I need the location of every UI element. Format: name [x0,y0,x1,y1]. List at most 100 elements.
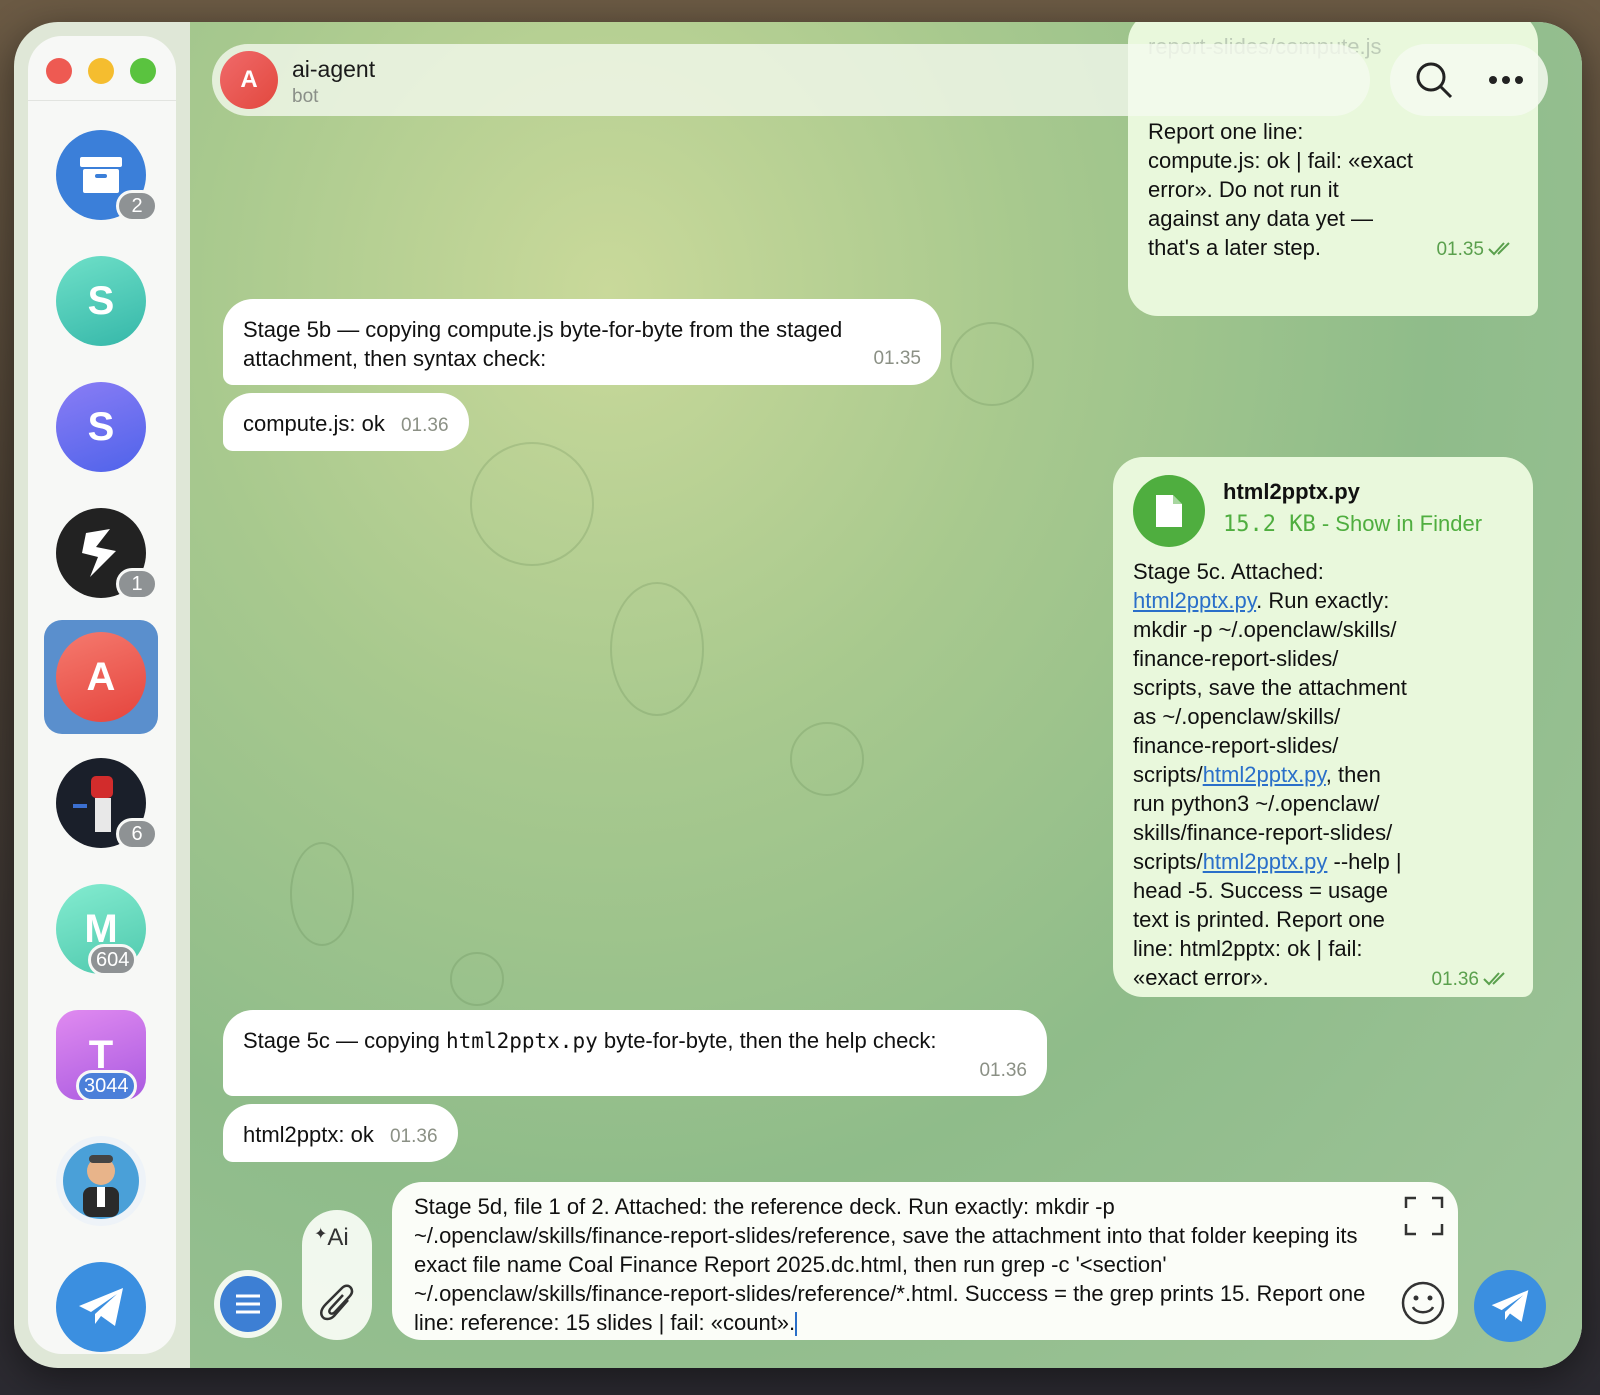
menu-button[interactable] [214,1270,282,1338]
file-size: 15.2 KB [1223,512,1316,537]
message-text: scripts/ [1133,849,1203,874]
message-text: scripts/ [1133,762,1203,787]
sidebar-item-s-teal[interactable]: S [44,244,158,358]
minimize-window-button[interactable] [88,58,114,84]
ai-button[interactable]: ✦Ai [314,1224,349,1252]
message-line: scripts, save the attachment [1133,675,1407,700]
attachment-link[interactable]: html2pptx.py [1203,849,1328,874]
ai-label: Ai [327,1224,349,1251]
file-name: html2pptx.py [1223,479,1360,504]
unread-badge: 604 [88,944,138,976]
background-doodle [790,722,864,796]
message-text: html2pptx: ok [243,1122,374,1147]
sidebar-item-telegram[interactable] [44,1250,158,1354]
file-meta: 15.2 KB - Show in Finder [1223,511,1483,537]
composer-tools: ✦Ai [302,1210,372,1340]
sidebar-divider [28,100,176,101]
message-line: html2pptx.py. Run exactly: [1133,586,1513,615]
file-icon[interactable] [1133,475,1205,547]
message-line: Report one line: [1148,119,1304,144]
message-time: 01.36 [979,1060,1027,1081]
unread-badge: 6 [116,818,158,850]
attachment-link[interactable]: html2pptx.py [1203,762,1326,787]
chat-area: report-slides/compute.js Report one line… [190,22,1582,1368]
message-time: 01.36 [389,1126,438,1147]
message-line: run python3 ~/.openclaw/ [1133,791,1380,816]
message-line: against any data yet — [1148,206,1374,231]
avatar: S [56,256,146,346]
avatar: A [56,632,146,722]
message-line: Stage 5c. Attached: [1133,559,1324,584]
message-time: 01.36 [400,415,449,436]
close-window-button[interactable] [46,58,72,84]
message-text: . Run exactly: [1256,588,1390,613]
incoming-message[interactable]: compute.js: ok 01.36 [223,393,469,451]
text-caret [795,1312,798,1337]
inline-code: html2pptx.py [446,1029,598,1053]
chat-header[interactable]: A ai-agent bot [212,44,1370,116]
message-line: compute.js: ok | fail: «exact [1148,148,1413,173]
unread-badge: 3044 [76,1070,137,1102]
message-text: byte-for-byte, then the help check: [597,1028,937,1053]
message-text: compute.js: ok [243,411,385,436]
message-text: --help | [1327,849,1402,874]
more-icon[interactable] [1480,54,1532,106]
sidebar-item-m[interactable]: M 604 [44,872,158,986]
message-input-text: Stage 5d, file 1 of 2. Attached: the ref… [414,1194,1366,1335]
sidebar-item-cartoon[interactable] [44,1124,158,1238]
menu-icon [220,1276,276,1332]
incoming-message[interactable]: html2pptx: ok 01.36 [223,1104,458,1162]
chat-title: ai-agent [292,56,376,82]
send-icon [1491,1290,1529,1322]
search-icon[interactable] [1408,54,1460,106]
background-doodle [450,952,504,1006]
header-actions [1390,44,1548,116]
telegram-icon [56,1262,146,1352]
outgoing-file-message[interactable]: html2pptx.py 15.2 KB - Show in Finder St… [1113,457,1533,997]
unread-badge: 2 [116,190,158,222]
sidebar-item-s-purple[interactable]: S [44,370,158,484]
zoom-window-button[interactable] [130,58,156,84]
message-line: skills/finance-report-slides/ [1133,820,1393,845]
incoming-message[interactable]: Stage 5c — copying html2pptx.py byte-for… [223,1010,1047,1096]
chat-subtitle: bot [292,86,319,107]
message-line: error». Do not run it [1148,177,1339,202]
send-button[interactable] [1474,1270,1546,1342]
double-check-icon [1488,242,1510,256]
paperclip-icon[interactable] [318,1282,356,1331]
background-doodle [290,842,354,946]
message-text: Stage 5c — copying html2pptx.py byte-for… [243,1026,1027,1056]
message-line: that's a later step. [1148,235,1321,260]
avatar: S [56,382,146,472]
message-line: finance-report-slides/ [1133,733,1339,758]
background-doodle [950,322,1034,406]
emoji-icon[interactable] [1400,1280,1446,1331]
message-line: scripts/html2pptx.py --help | [1133,847,1513,876]
sidebar-item-archive[interactable]: 2 [44,118,158,232]
expand-icon[interactable] [1404,1196,1444,1241]
app-window: 2 S S 1 A 6 M 604 T 3044 Report one line… [14,22,1582,1368]
message-time: 01.36 [1431,969,1479,990]
attachment-link[interactable]: html2pptx.py [1133,588,1256,613]
message-time: 01.35 [1436,239,1484,260]
message-line: line: html2pptx: ok | fail: [1133,936,1363,961]
message-line: «exact error». [1133,965,1269,990]
sidebar-item-ai-agent[interactable]: A [44,620,158,734]
message-line: scripts/html2pptx.py, then [1133,760,1513,789]
message-time: 01.35 [873,348,921,369]
chat-avatar: A [220,51,278,109]
message-text: , then [1325,762,1381,787]
sidebar-item-fist-photo[interactable]: 6 [44,746,158,860]
message-line: mkdir -p ~/.openclaw/skills/ [1133,617,1397,642]
message-line: as ~/.openclaw/skills/ [1133,704,1341,729]
sidebar-item-dark-logo[interactable]: 1 [44,496,158,610]
message-line: text is printed. Report one [1133,907,1385,932]
message-input[interactable]: Stage 5d, file 1 of 2. Attached: the ref… [414,1192,1374,1337]
message-composer[interactable]: Stage 5d, file 1 of 2. Attached: the ref… [392,1182,1458,1340]
background-doodle [470,442,594,566]
sidebar-item-t[interactable]: T 3044 [44,998,158,1112]
background-doodle [610,582,704,716]
incoming-message[interactable]: Stage 5b — copying compute.js byte-for-b… [223,299,941,385]
cartoon-avatar-icon [56,1136,146,1226]
show-in-finder-link[interactable]: Show in Finder [1335,511,1482,536]
